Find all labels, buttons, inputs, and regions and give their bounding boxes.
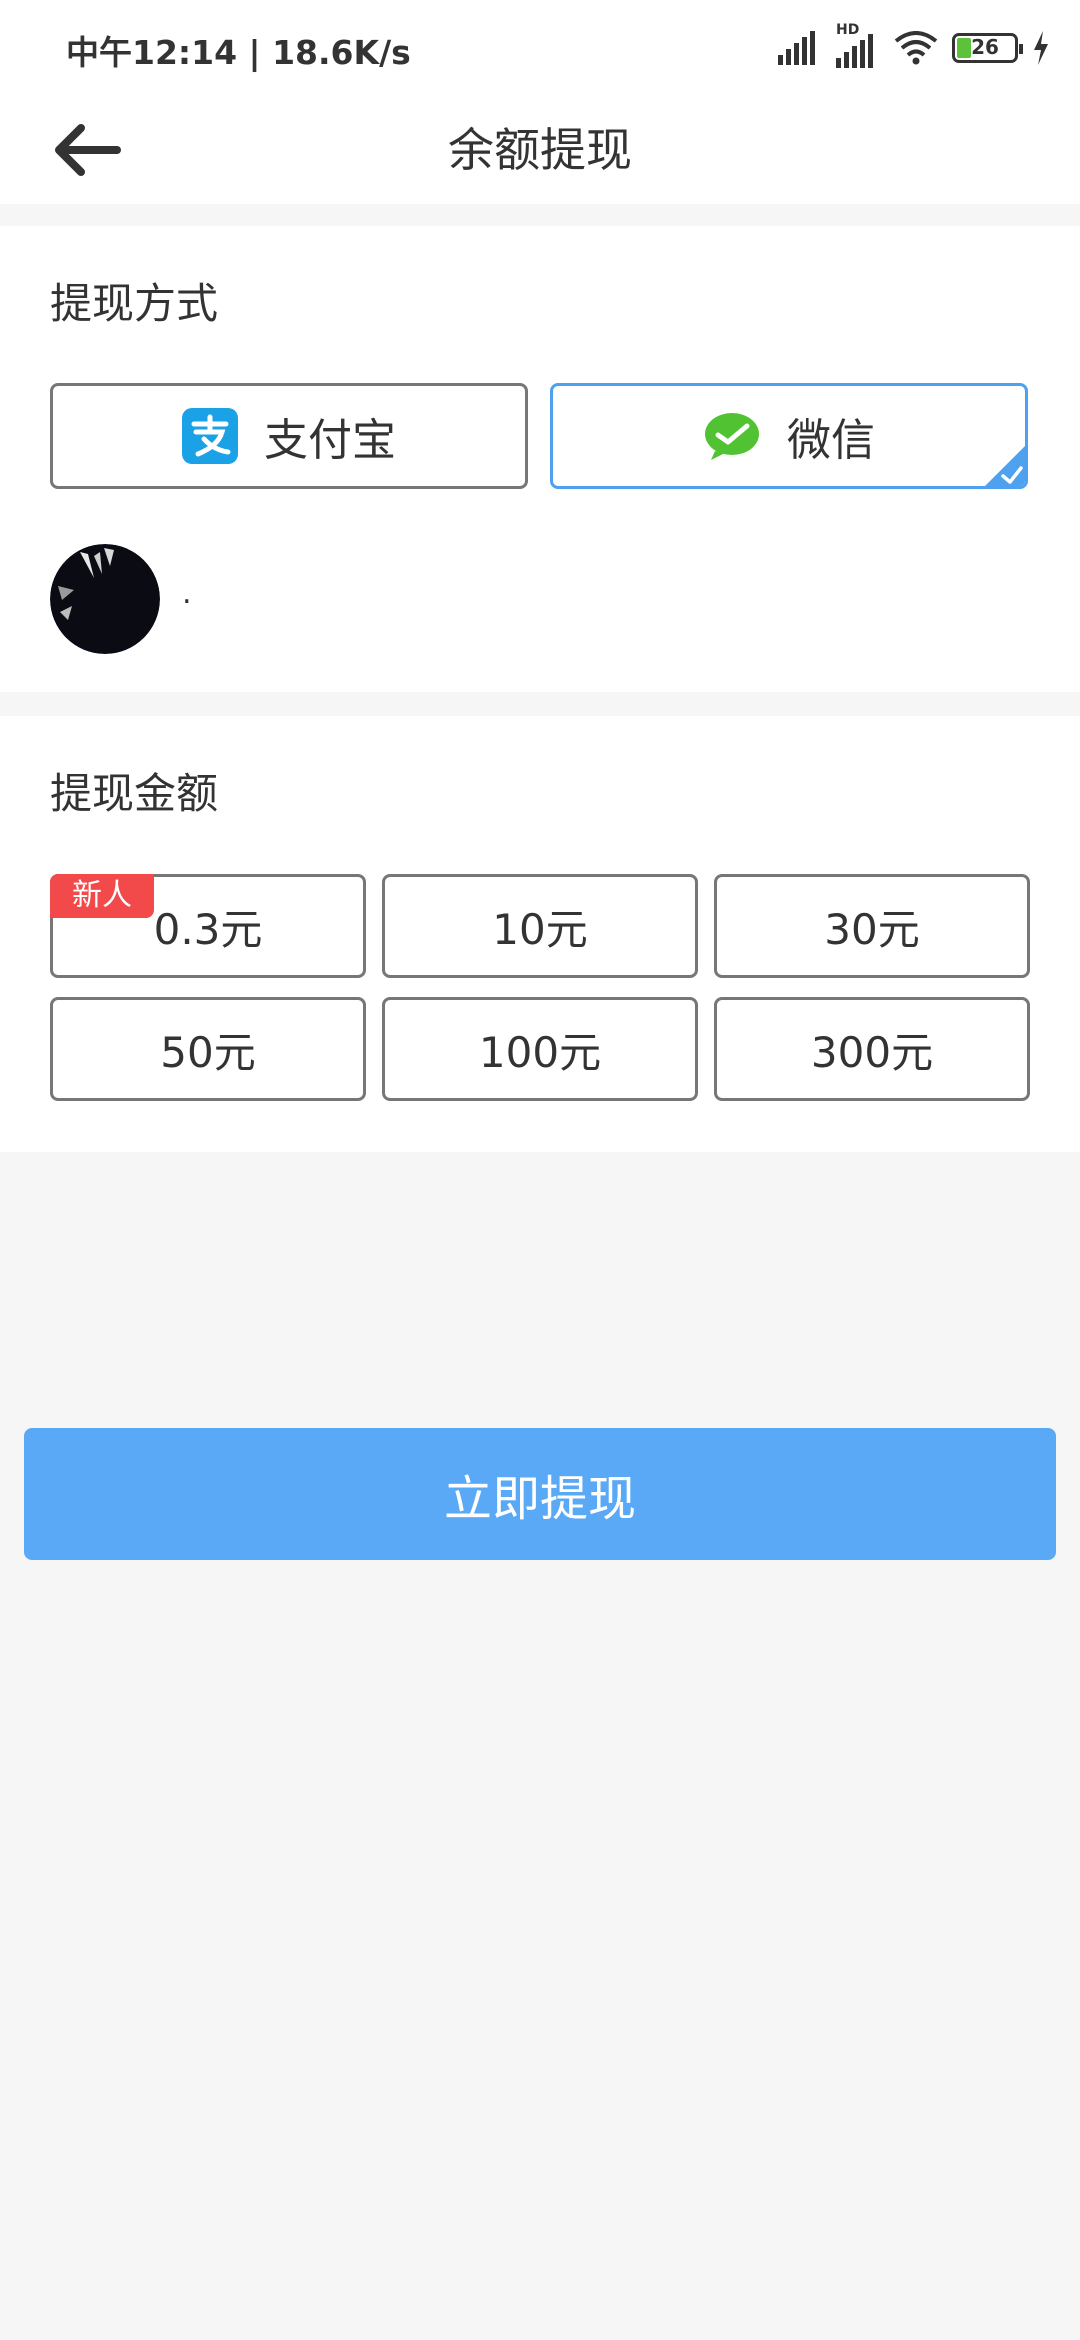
title-bar: 余额提现 (0, 96, 1080, 204)
new-user-badge: 新人 (50, 874, 154, 918)
alipay-icon (182, 408, 238, 464)
amount-label: 10元 (492, 904, 588, 954)
amount-option-100[interactable]: 100元 (382, 997, 698, 1101)
wifi-icon (894, 31, 938, 65)
withdraw-amount-title: 提现金额 (50, 769, 219, 818)
amount-label: 50元 (160, 1027, 256, 1077)
withdraw-now-button[interactable]: 立即提现 (24, 1428, 1056, 1560)
withdraw-method-section: 提现方式 支付宝 微信 . (0, 226, 1080, 692)
amount-option-0-3[interactable]: 新人 0.3元 (50, 874, 366, 978)
wechat-icon (705, 413, 759, 460)
status-icons: HD 26 (778, 22, 1050, 70)
signal-hd-icon: HD (836, 22, 880, 68)
back-button[interactable] (42, 110, 132, 190)
battery-icon: 26 (952, 33, 1023, 63)
withdraw-method-title: 提现方式 (50, 279, 219, 328)
status-bar: 中午12:14 | 18.6K/s HD 26 (0, 0, 1080, 96)
charging-icon (1034, 31, 1048, 65)
signal-icon (778, 31, 815, 65)
status-time: 中午12:14 | 18.6K/s (66, 33, 411, 72)
amount-option-10[interactable]: 10元 (382, 874, 698, 978)
withdraw-amount-section: 提现金额 新人 0.3元 10元 30元 50元 100元 300元 (0, 716, 1080, 1152)
arrow-left-icon (55, 124, 121, 176)
wechat-label: 微信 (787, 415, 875, 466)
battery-level: 26 (971, 35, 999, 59)
amount-label: 30元 (824, 904, 920, 954)
page-title: 余额提现 (448, 123, 632, 177)
avatar (50, 544, 160, 654)
wechat-option[interactable]: 微信 (550, 383, 1028, 489)
amount-option-300[interactable]: 300元 (714, 997, 1030, 1101)
selected-check-icon (985, 446, 1025, 486)
amount-label: 0.3元 (153, 904, 263, 954)
account-name: . (182, 576, 192, 611)
amount-label: 100元 (478, 1027, 602, 1077)
amount-option-50[interactable]: 50元 (50, 997, 366, 1101)
amount-label: 300元 (810, 1027, 934, 1077)
amount-option-30[interactable]: 30元 (714, 874, 1030, 978)
alipay-label: 支付宝 (264, 415, 396, 466)
alipay-option[interactable]: 支付宝 (50, 383, 528, 489)
